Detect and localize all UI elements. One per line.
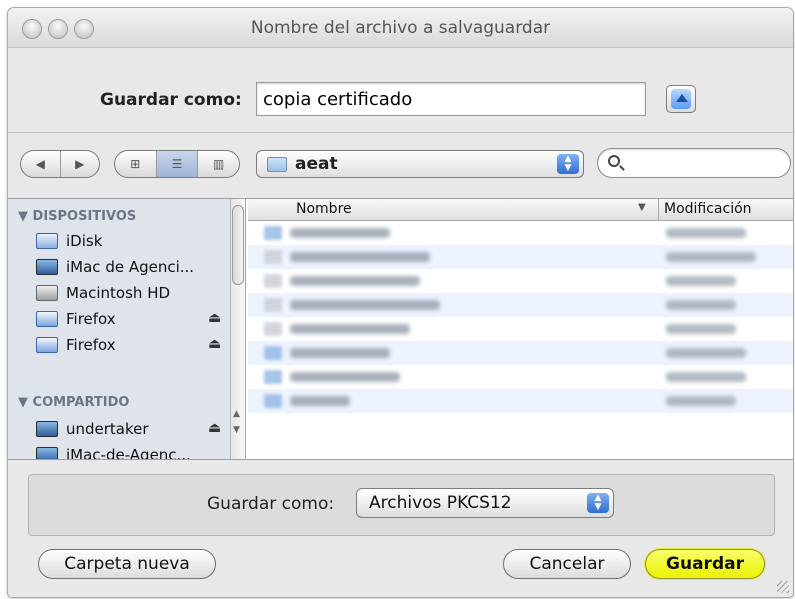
save-dialog: Nombre del archivo a salvaguardar Guarda… (8, 8, 793, 597)
location-label: aeat (295, 154, 338, 174)
table-row[interactable] (248, 317, 793, 341)
list-view-button[interactable]: ☰ (156, 151, 199, 177)
eject-icon[interactable]: ⏏ (208, 336, 221, 352)
sidebar-item-firefox[interactable]: Firefox (36, 333, 116, 357)
forward-arrow-icon: ▶ (75, 157, 85, 171)
blurred-file-name (290, 276, 420, 286)
file-list-header: Nombre ▼ Modificación (248, 199, 793, 221)
table-row[interactable] (248, 341, 793, 365)
folder-icon (264, 370, 282, 384)
cancel-button[interactable]: Cancelar (503, 549, 631, 579)
window-title: Nombre del archivo a salvaguardar (250, 18, 551, 38)
network-computer-icon (36, 421, 58, 437)
blurred-modified-date (666, 324, 736, 334)
blurred-modified-date (666, 372, 746, 382)
up-down-arrows-icon: ▲ ▼ (587, 493, 609, 513)
save-as-row: Guardar como: (8, 82, 793, 118)
blurred-modified-date (666, 228, 746, 238)
folder-icon (267, 157, 287, 172)
folder-icon (264, 346, 282, 360)
scrollbar-thumb[interactable] (232, 205, 244, 285)
idisk-icon (36, 233, 58, 249)
resize-grip[interactable] (777, 581, 789, 593)
blurred-modified-date (666, 300, 736, 310)
up-down-arrows-icon: ▲ ▼ (557, 154, 579, 174)
sidebar-item-macintosh-hd[interactable]: Macintosh HD (36, 281, 170, 305)
format-label: Guardar como: (207, 494, 335, 514)
format-value: Archivos PKCS12 (369, 493, 512, 513)
sidebar-item-imac-de-agenc[interactable]: iMac-de-Agenc... (36, 443, 191, 459)
back-forward-control: ◀ ▶ (20, 150, 100, 178)
blurred-file-name (290, 372, 400, 382)
forward-button[interactable]: ▶ (61, 151, 100, 177)
file-list: Nombre ▼ Modificación (248, 199, 793, 459)
blurred-modified-date (666, 348, 746, 358)
save-button[interactable]: Guardar (645, 549, 765, 579)
blurred-file-name (290, 228, 390, 238)
sidebar-scrollbar[interactable]: ▲ ▼ (230, 199, 245, 459)
folder-icon (264, 394, 282, 408)
blurred-file-name (290, 396, 350, 406)
icon-view-icon: ⊞ (130, 157, 141, 171)
back-arrow-icon: ◀ (35, 157, 45, 171)
blurred-modified-date (666, 396, 736, 406)
table-row[interactable] (248, 389, 793, 413)
blurred-file-name (290, 324, 410, 334)
collapse-dialog-button[interactable] (666, 85, 696, 113)
blurred-file-name (290, 252, 430, 262)
column-name[interactable]: Nombre (296, 201, 352, 217)
hard-drive-icon (36, 285, 58, 301)
disk-image-icon (36, 337, 58, 353)
eject-icon[interactable]: ⏏ (208, 310, 221, 326)
title-bar: Nombre del archivo a salvaguardar (8, 8, 793, 48)
file-icon (264, 322, 282, 336)
table-row[interactable] (248, 245, 793, 269)
blurred-file-name (290, 300, 440, 310)
search-field[interactable] (597, 148, 791, 178)
blurred-modified-date (666, 276, 736, 286)
divider (8, 132, 793, 133)
network-computer-icon (36, 447, 58, 459)
sort-descending-icon: ▼ (638, 202, 646, 213)
column-view-button[interactable]: ▥ (198, 151, 239, 177)
scroll-down-icon[interactable]: ▼ (233, 425, 240, 435)
sidebar-section-devices[interactable]: ▼ DISPOSITIVOS (18, 209, 136, 224)
table-row[interactable] (248, 221, 793, 245)
save-as-label: Guardar como: (100, 90, 242, 110)
format-popup[interactable]: Archivos PKCS12 ▲ ▼ (356, 488, 614, 518)
sidebar: ▼ DISPOSITIVOS iDisk iMac de Agenci... M… (8, 199, 246, 459)
back-button[interactable]: ◀ (21, 151, 61, 177)
sidebar-item-undertaker[interactable]: undertaker (36, 417, 149, 441)
sidebar-item-imac[interactable]: iMac de Agenci... (36, 255, 194, 279)
filename-input[interactable] (256, 82, 646, 116)
imac-icon (36, 259, 58, 275)
column-modified[interactable]: Modificación (664, 201, 752, 217)
table-row[interactable] (248, 269, 793, 293)
icon-view-button[interactable]: ⊞ (115, 151, 157, 177)
eject-icon[interactable]: ⏏ (208, 420, 221, 436)
file-icon (264, 250, 282, 264)
blurred-file-name (290, 348, 390, 358)
file-icon (264, 274, 282, 288)
search-icon (608, 155, 620, 167)
column-view-icon: ▥ (213, 157, 225, 171)
sidebar-item-firefox[interactable]: Firefox (36, 307, 116, 331)
sidebar-section-shared[interactable]: ▼ COMPARTIDO (18, 395, 129, 410)
new-folder-button[interactable]: Carpeta nueva (38, 549, 216, 579)
view-mode-control: ⊞ ☰ ▥ (114, 150, 240, 178)
scroll-up-icon[interactable]: ▲ (233, 409, 240, 419)
navigation-toolbar: ◀ ▶ ⊞ ☰ ▥ aeat ▲ ▼ (8, 148, 793, 182)
triangle-up-icon (676, 94, 688, 102)
format-panel: Guardar como: Archivos PKCS12 ▲ ▼ (28, 474, 775, 536)
file-browser: ▼ DISPOSITIVOS iDisk iMac de Agenci... M… (8, 198, 793, 460)
blurred-modified-date (666, 252, 756, 262)
location-popup[interactable]: aeat ▲ ▼ (256, 150, 584, 178)
file-icon (264, 298, 282, 312)
sidebar-item-idisk[interactable]: iDisk (36, 229, 102, 253)
disk-image-icon (36, 311, 58, 327)
list-view-icon: ☰ (171, 157, 183, 171)
table-row[interactable] (248, 365, 793, 389)
folder-icon (264, 226, 282, 240)
table-row[interactable] (248, 293, 793, 317)
